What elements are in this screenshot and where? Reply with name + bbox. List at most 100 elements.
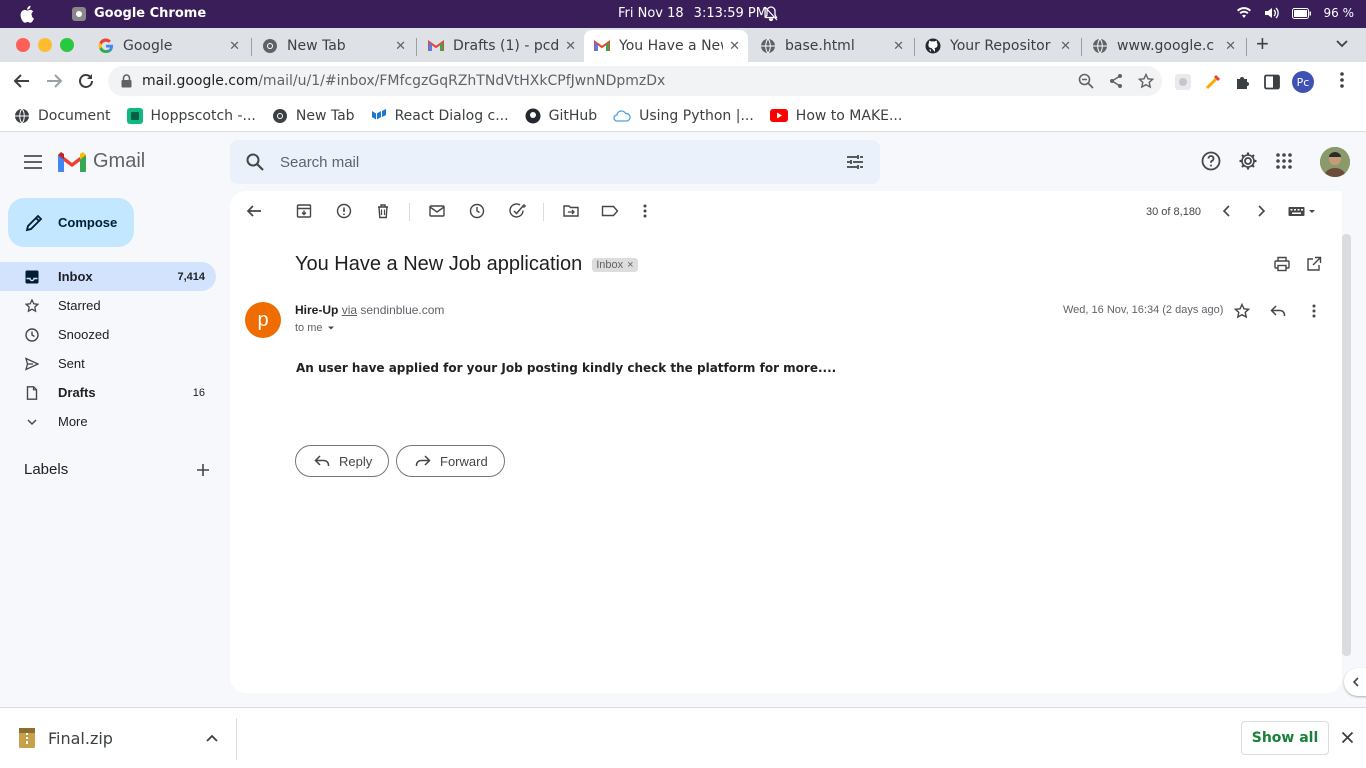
close-tab-icon[interactable]: ✕ (729, 39, 740, 54)
compose-button[interactable]: Compose (8, 198, 134, 247)
lock-icon[interactable] (121, 74, 132, 88)
sidebar-item-inbox[interactable]: Inbox 7,414 (0, 262, 216, 291)
main-menu-icon[interactable] (24, 155, 42, 169)
tab-github-repo[interactable]: Your Repositor ✕ (915, 30, 1079, 62)
sidebar-item-drafts[interactable]: Drafts 16 (0, 378, 216, 407)
bookmark-github[interactable]: GitHub (525, 108, 597, 124)
caret-down-icon[interactable] (327, 325, 335, 331)
profile-avatar[interactable]: Pc (1292, 71, 1314, 93)
gmail-logo[interactable]: Gmail (58, 150, 145, 173)
add-label-icon[interactable] (196, 463, 210, 477)
account-avatar[interactable] (1320, 147, 1350, 177)
google-icon (98, 38, 114, 54)
bookmark-document[interactable]: Document (14, 108, 111, 124)
maximize-window-button[interactable] (60, 38, 74, 52)
close-tab-icon[interactable]: ✕ (229, 39, 240, 54)
open-new-window-icon[interactable] (1306, 256, 1322, 272)
active-app-name[interactable]: Google Chrome (72, 6, 206, 21)
notification-bell-icon[interactable] (764, 6, 778, 22)
tab-active-email[interactable]: You Have a New ✕ (584, 30, 748, 62)
puzzle-icon[interactable] (1234, 73, 1252, 91)
bookmark-react-dialog[interactable]: React Dialog c... (371, 108, 509, 124)
tab-base-html[interactable]: base.html ✕ (750, 30, 912, 62)
close-tab-icon[interactable]: ✕ (893, 39, 904, 54)
print-icon[interactable] (1274, 256, 1290, 272)
sender-name[interactable]: Hire-Up (295, 303, 338, 317)
label-icon[interactable] (601, 203, 619, 219)
bookmark-star-icon[interactable] (1138, 73, 1154, 89)
search-input[interactable]: Search mail (280, 154, 846, 171)
sidebar-item-sent[interactable]: Sent (0, 349, 216, 378)
input-tools-keyboard-icon[interactable] (1288, 205, 1320, 217)
chrome-app-icon (72, 6, 86, 21)
tab-google[interactable]: Google ✕ (88, 30, 248, 62)
tab-new-tab[interactable]: New Tab ✕ (252, 30, 414, 62)
archive-icon[interactable] (296, 203, 312, 219)
new-tab-button[interactable]: + (1256, 33, 1269, 55)
message-more-icon[interactable] (1312, 303, 1316, 319)
forward-icon[interactable] (45, 72, 63, 90)
close-tab-icon[interactable]: ✕ (1225, 39, 1236, 54)
volume-icon[interactable] (1264, 6, 1280, 20)
forward-button[interactable]: Forward (396, 445, 505, 477)
delete-icon[interactable] (375, 203, 391, 219)
close-tab-icon[interactable]: ✕ (1060, 39, 1071, 54)
via-link[interactable]: via (342, 303, 357, 317)
move-to-icon[interactable] (563, 203, 579, 219)
sidebar-item-snoozed[interactable]: Snoozed (0, 320, 216, 349)
sidebar-item-starred[interactable]: Starred (0, 291, 216, 320)
message-scrollbar[interactable] (1342, 234, 1351, 656)
bookmark-using-python[interactable]: Using Python |... (613, 108, 754, 124)
battery-icon[interactable] (1291, 7, 1312, 19)
color-picker-extension-icon[interactable] (1204, 73, 1222, 91)
close-window-button[interactable] (16, 38, 30, 52)
remove-label-icon[interactable]: × (627, 259, 633, 271)
newer-message-icon[interactable] (1221, 203, 1231, 219)
chrome-menu-icon[interactable] (1340, 72, 1344, 88)
close-download-bar-icon[interactable] (1341, 731, 1354, 744)
apple-icon[interactable] (20, 5, 36, 23)
search-icon[interactable] (246, 153, 264, 171)
download-item[interactable]: Final.zip (18, 727, 113, 749)
help-icon[interactable] (1201, 151, 1221, 171)
clock[interactable]: Fri Nov 18 3:13:59 PM (618, 6, 767, 21)
minimize-window-button[interactable] (38, 38, 52, 52)
bookmark-new-tab[interactable]: New Tab (272, 108, 355, 124)
mark-unread-icon[interactable] (429, 203, 445, 219)
older-message-icon[interactable] (1257, 203, 1267, 219)
reload-icon[interactable] (77, 72, 95, 90)
bookmark-hoppscotch[interactable]: Hoppscotch -... (126, 107, 256, 124)
address-bar[interactable]: mail.google.com/mail/u/1/#inbox/FMfcgzGq… (108, 66, 1162, 96)
share-icon[interactable] (1108, 73, 1124, 89)
tab-drafts[interactable]: Drafts (1) - pcd ✕ (418, 30, 584, 62)
settings-gear-icon[interactable] (1238, 151, 1258, 171)
recipient-details[interactable]: to me (295, 322, 335, 334)
report-spam-icon[interactable] (336, 203, 352, 219)
back-icon[interactable] (13, 72, 31, 90)
wifi-icon[interactable] (1236, 7, 1252, 19)
close-tab-icon[interactable]: ✕ (565, 39, 576, 54)
apps-grid-icon[interactable] (1275, 152, 1293, 170)
sender-avatar[interactable]: p (245, 302, 281, 338)
show-all-downloads-button[interactable]: Show all (1241, 721, 1329, 755)
more-options-icon[interactable] (643, 203, 647, 219)
sidebar-item-more[interactable]: More (0, 407, 216, 436)
tab-google-www[interactable]: www.google.c ✕ (1082, 30, 1244, 62)
snooze-icon[interactable] (469, 203, 485, 219)
extension-icon[interactable] (1174, 73, 1192, 91)
download-options-chevron-icon[interactable] (206, 734, 218, 742)
back-to-inbox-icon[interactable] (246, 203, 262, 219)
inbox-label-chip[interactable]: Inbox × (592, 257, 638, 272)
add-to-tasks-icon[interactable] (509, 203, 527, 219)
reply-button[interactable]: Reply (295, 445, 390, 477)
tab-search-chevron-icon[interactable] (1336, 40, 1348, 48)
zoom-icon[interactable] (1078, 73, 1094, 89)
reply-icon[interactable] (1270, 303, 1286, 319)
star-message-icon[interactable] (1234, 303, 1250, 319)
bookmark-youtube[interactable]: How to MAKE... (769, 108, 902, 124)
side-panel-toggle[interactable] (1344, 668, 1366, 696)
close-tab-icon[interactable]: ✕ (395, 39, 406, 54)
side-panel-icon[interactable] (1264, 74, 1280, 90)
search-options-icon[interactable] (846, 154, 864, 170)
search-bar[interactable]: Search mail (230, 140, 880, 184)
